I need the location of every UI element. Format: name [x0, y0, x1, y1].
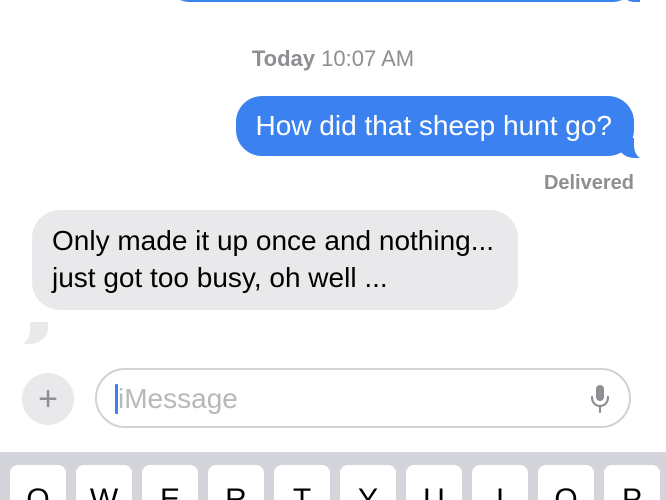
timestamp-day: Today: [251, 46, 316, 71]
previous-bubble-tail: [622, 0, 640, 2]
delivery-status: Delivered: [543, 172, 634, 194]
key-r[interactable]: R: [208, 465, 264, 500]
add-attachment-button[interactable]: +: [22, 373, 74, 425]
key-u[interactable]: U: [406, 465, 462, 500]
message-timestamp: Today 10:07 AM: [0, 46, 666, 72]
key-o[interactable]: O: [538, 465, 594, 500]
key-i[interactable]: I: [472, 465, 528, 500]
messages-screen: Today 10:07 AM How did that sheep hunt g…: [0, 0, 666, 500]
key-y[interactable]: Y: [340, 465, 396, 500]
key-w[interactable]: W: [76, 465, 132, 500]
key-t[interactable]: T: [274, 465, 330, 500]
message-input[interactable]: iMessage: [95, 368, 631, 428]
message-input-placeholder: iMessage: [118, 383, 238, 414]
key-e[interactable]: E: [142, 465, 198, 500]
plus-icon: +: [38, 380, 58, 418]
keyboard: Q W E R T Y U I O P: [0, 452, 666, 500]
received-message-text: Only made it up once and nothing... just…: [52, 225, 495, 293]
previous-sent-message-bubble[interactable]: [168, 0, 634, 2]
key-p[interactable]: P: [604, 465, 660, 500]
timestamp-time: 10:07 AM: [321, 46, 415, 71]
received-message-bubble[interactable]: Only made it up once and nothing... just…: [32, 210, 518, 310]
sent-message-text: How did that sheep hunt go?: [255, 110, 612, 141]
sent-message-bubble[interactable]: How did that sheep hunt go?: [235, 96, 634, 156]
microphone-icon[interactable]: [589, 384, 611, 414]
key-q[interactable]: Q: [10, 465, 66, 500]
